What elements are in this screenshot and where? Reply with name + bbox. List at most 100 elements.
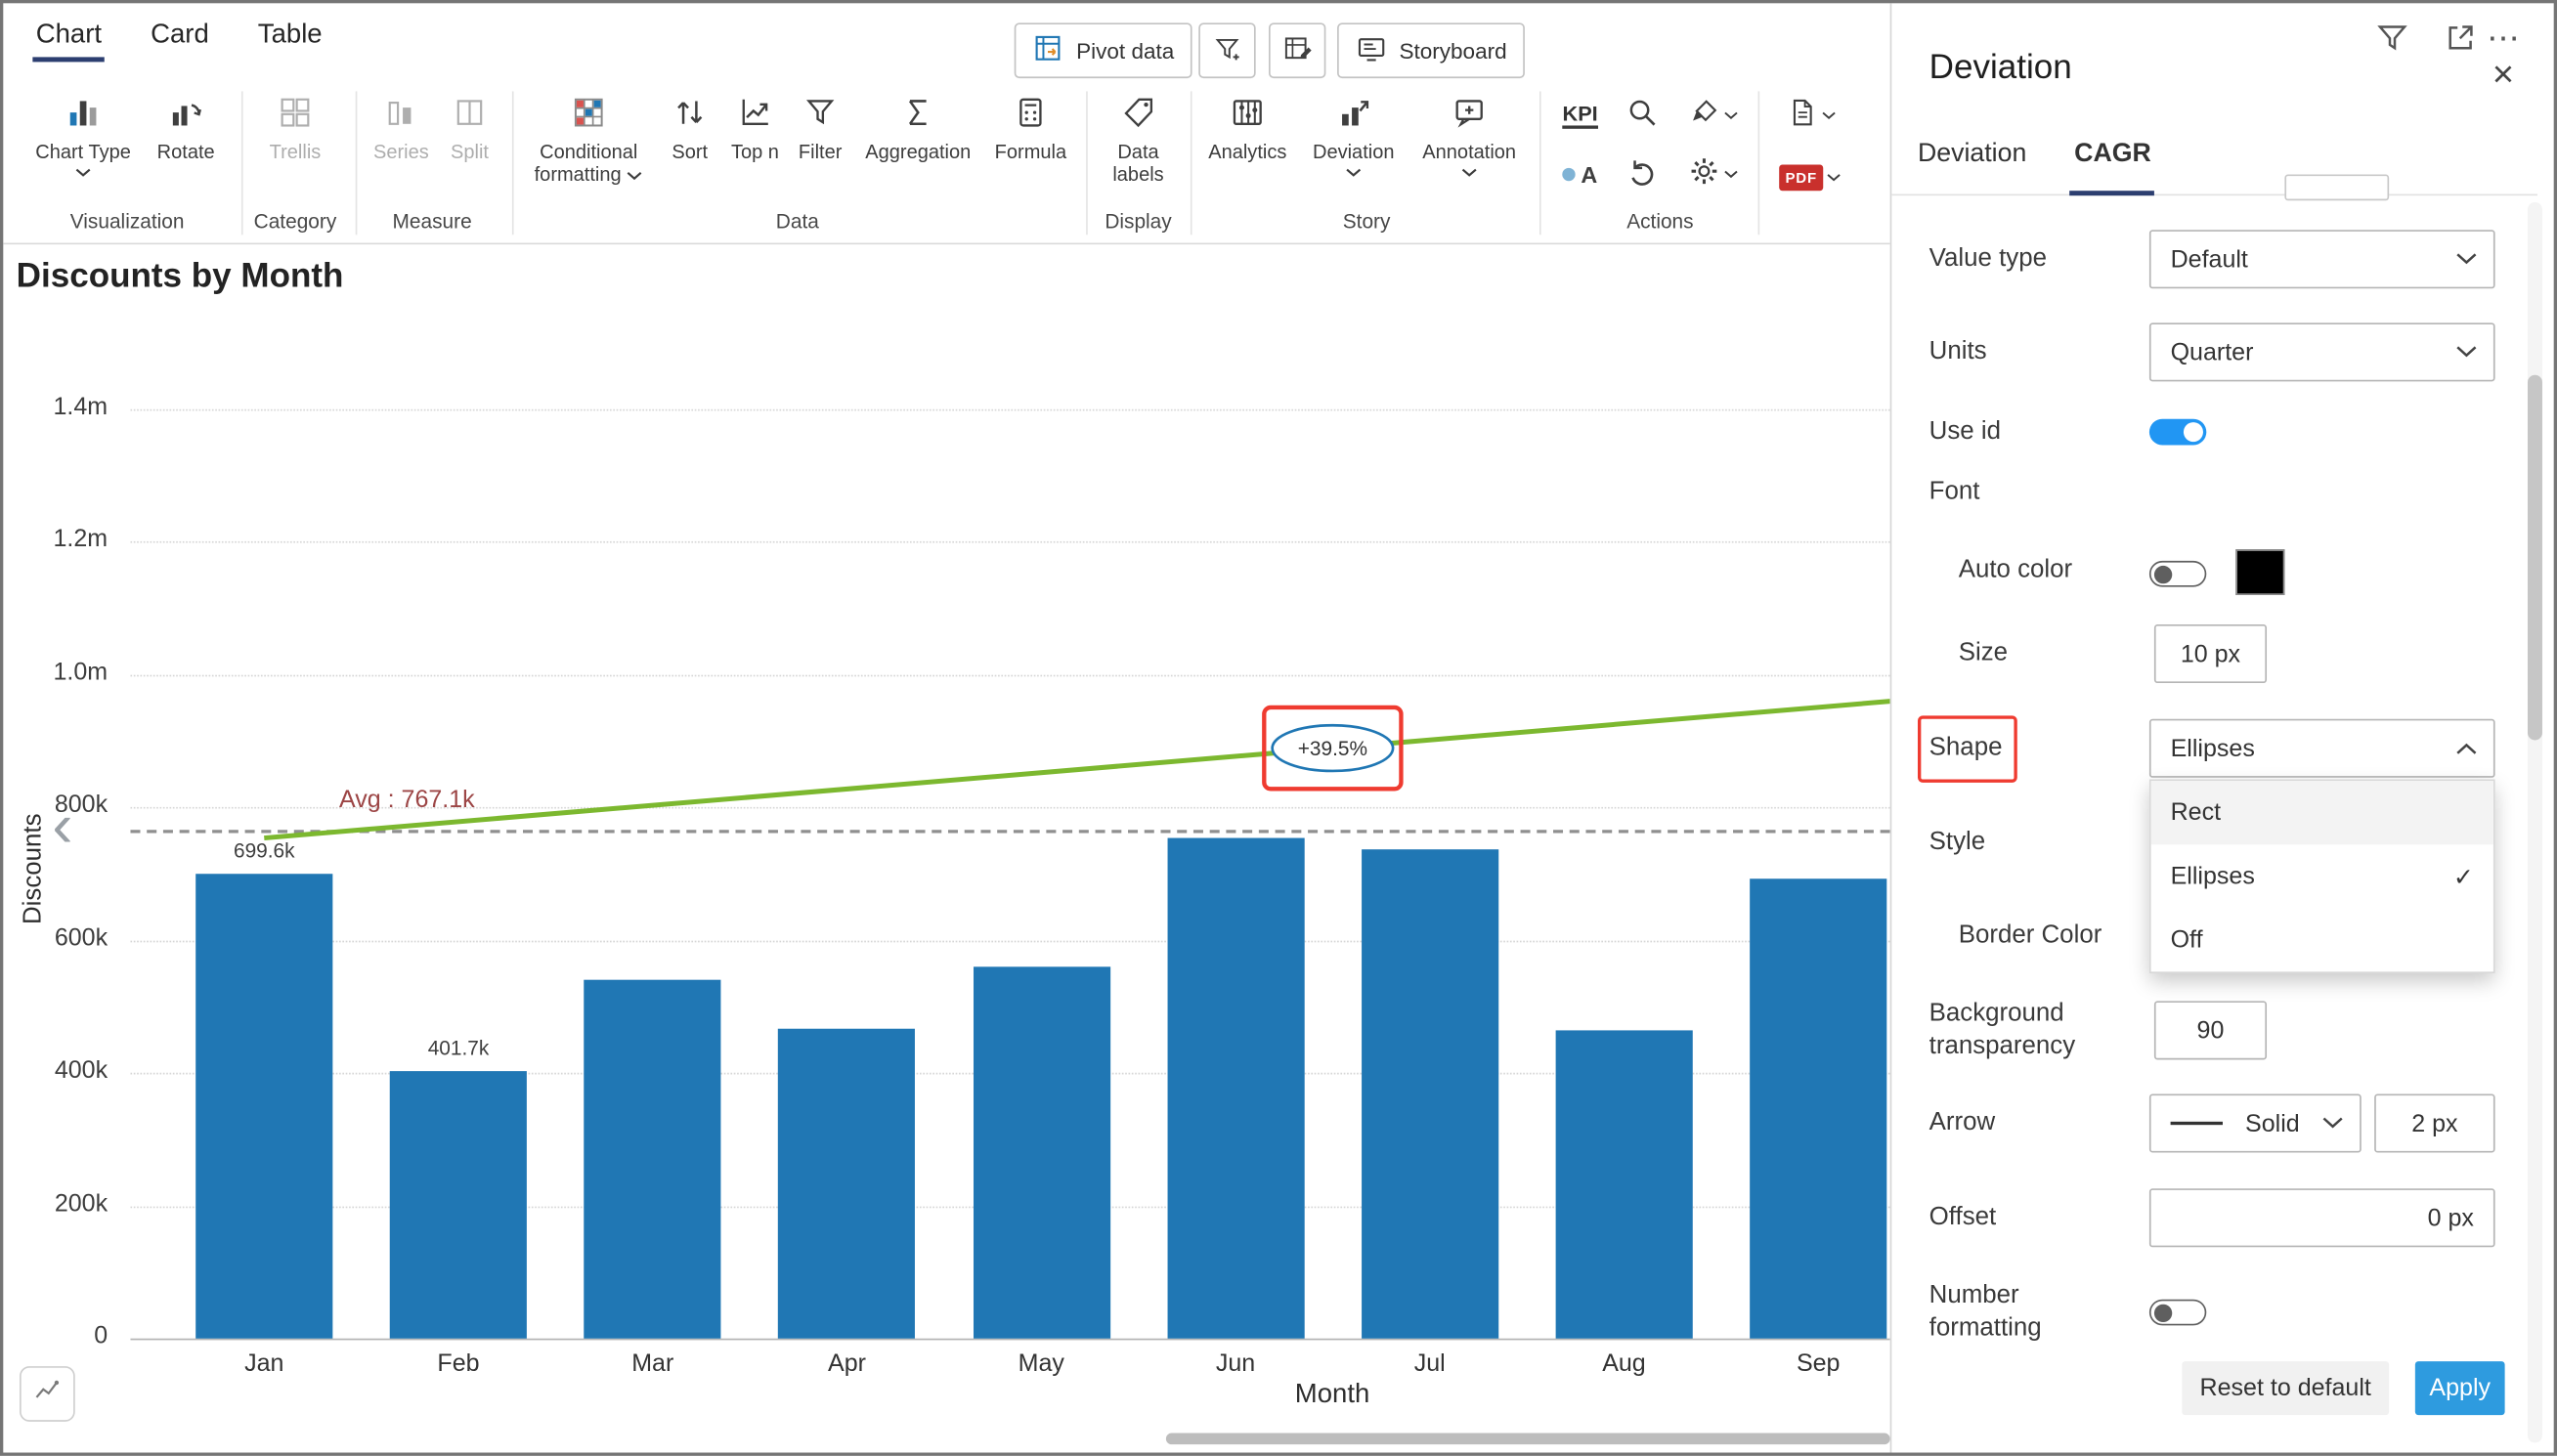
pivot-data-button[interactable]: Pivot data [1015, 22, 1192, 78]
bar-jul[interactable] [1362, 849, 1498, 1339]
brush-button[interactable] [1676, 91, 1748, 140]
popout-icon[interactable] [2440, 17, 2482, 59]
series-button[interactable]: Series [366, 90, 437, 163]
trellis-label: Trellis [270, 140, 322, 163]
chart-corner-button[interactable] [20, 1366, 75, 1422]
active-tab-underline [2069, 191, 2154, 195]
units-label: Units [1929, 322, 1987, 381]
reset-to-default-button[interactable]: Reset to default [2182, 1361, 2389, 1415]
bar-mar[interactable] [585, 980, 721, 1339]
y-tick-label: 1.2m [53, 526, 108, 553]
tab-card[interactable]: Card [151, 20, 209, 62]
rotate-button[interactable]: Rotate [147, 90, 225, 163]
horizontal-scrollbar[interactable] [1166, 1433, 1890, 1444]
annotation-button[interactable]: Annotation [1409, 90, 1529, 178]
data-labels-button[interactable]: Data labels [1093, 90, 1184, 187]
kpi-label: KPI [1563, 103, 1598, 129]
panel-tab-deviation[interactable]: Deviation [1918, 140, 2026, 169]
chevron-down-icon [2456, 346, 2478, 359]
number-formatting-label: Number formatting [1929, 1280, 2125, 1346]
y-tick-label: 1.4m [53, 393, 108, 420]
x-tick-label: Jul [1365, 1349, 1495, 1377]
deviation-button[interactable]: Deviation [1305, 90, 1403, 178]
storyboard-icon [1355, 32, 1387, 69]
cagr-annotation-ellipse[interactable] [1273, 725, 1393, 771]
sort-label: Sort [672, 140, 708, 163]
aggregation-button[interactable]: Aggregation [854, 90, 981, 163]
value-type-select[interactable]: Default [2149, 230, 2495, 288]
border-color-label: Border Color [1959, 907, 2102, 965]
style-label: Style [1929, 814, 1986, 873]
arrow-style-select[interactable]: Solid [2149, 1093, 2362, 1152]
visual-filter-icon[interactable] [2371, 17, 2413, 59]
quick-filter-button[interactable] [1198, 22, 1255, 78]
y-tick-label: 200k [55, 1189, 108, 1217]
auto-color-button[interactable]: A [1552, 150, 1608, 198]
shape-option-ellipses[interactable]: Ellipses ✓ [2151, 844, 2493, 908]
apply-button[interactable]: Apply [2415, 1361, 2505, 1415]
chart-type-button[interactable]: Chart Type [26, 90, 141, 178]
split-button[interactable]: Split [437, 90, 502, 163]
size-input[interactable] [2154, 624, 2267, 683]
shape-select[interactable]: Ellipses [2149, 719, 2495, 778]
font-section-label: Font [1929, 463, 1980, 522]
export-pdf-button[interactable]: PDF [1771, 153, 1849, 202]
arrow-width-input[interactable] [2374, 1093, 2494, 1152]
storyboard-button[interactable]: Storyboard [1337, 22, 1525, 78]
settings-button[interactable] [1676, 150, 1748, 198]
shape-option-rect[interactable]: Rect [2151, 781, 2493, 844]
gridline [130, 542, 1889, 544]
chevron-down-icon [1345, 168, 1362, 178]
pivot-icon [1032, 32, 1064, 69]
analytics-button[interactable]: Analytics [1200, 90, 1295, 163]
tab-table[interactable]: Table [258, 20, 323, 62]
kpi-button[interactable]: KPI [1552, 91, 1608, 140]
bar-sep[interactable] [1750, 878, 1886, 1339]
cagr-trend-line [264, 702, 1889, 838]
split-label: Split [451, 140, 489, 163]
number-formatting-toggle[interactable] [2149, 1300, 2206, 1326]
undo-button[interactable] [1615, 150, 1670, 198]
bar-aug[interactable] [1555, 1031, 1692, 1339]
scroll-left-arrow[interactable]: ‹ [52, 795, 72, 857]
sort-button[interactable]: Sort [659, 90, 720, 163]
offset-input[interactable] [2149, 1188, 2495, 1247]
zoom-search-button[interactable] [1615, 91, 1670, 140]
panel-scrollbar-thumb[interactable] [2528, 375, 2542, 741]
x-tick-label: Jan [199, 1349, 329, 1377]
panel-tab-bar: Deviation CAGR [1891, 130, 2537, 195]
panel-tab-cagr[interactable]: CAGR [2074, 140, 2151, 169]
trellis-button[interactable]: Trellis [251, 90, 339, 163]
top-n-button[interactable]: Top n [724, 90, 786, 163]
background-transparency-input[interactable] [2154, 1001, 2267, 1059]
gridline [130, 409, 1889, 411]
auto-color-toggle[interactable] [2149, 561, 2206, 587]
group-label-actions: Actions [1586, 210, 1733, 233]
units-select[interactable]: Quarter [2149, 322, 2495, 381]
font-color-icon: A [1563, 161, 1597, 188]
export-button[interactable] [1771, 91, 1849, 140]
bar-jan[interactable] [195, 875, 332, 1339]
shape-option-off[interactable]: Off [2151, 908, 2493, 971]
data-labels-label: Data labels [1093, 140, 1184, 186]
edit-table-button[interactable] [1269, 22, 1325, 78]
bar-may[interactable] [973, 966, 1109, 1338]
bar-feb[interactable] [390, 1072, 527, 1339]
bar-apr[interactable] [778, 1029, 915, 1339]
bar-value-label: 699.6k [199, 839, 329, 862]
filter-button[interactable]: Filter [789, 90, 850, 163]
conditional-formatting-button[interactable]: Conditional formatting [525, 90, 652, 187]
use-id-toggle[interactable] [2149, 419, 2206, 446]
x-axis-title: Month [1145, 1379, 1520, 1410]
check-icon: ✓ [2453, 862, 2474, 891]
close-icon[interactable]: × [2482, 52, 2524, 94]
rotate-icon [168, 90, 204, 136]
split-icon [452, 90, 488, 136]
tab-chart[interactable]: Chart [36, 20, 102, 62]
formula-button[interactable]: Formula [981, 90, 1079, 163]
offset-label: Offset [1929, 1188, 1997, 1247]
average-line-label: Avg : 767.1k [339, 786, 475, 813]
panel-scrollbar[interactable] [2528, 202, 2542, 1443]
bar-jun[interactable] [1167, 838, 1304, 1339]
font-color-swatch[interactable] [2235, 549, 2284, 595]
